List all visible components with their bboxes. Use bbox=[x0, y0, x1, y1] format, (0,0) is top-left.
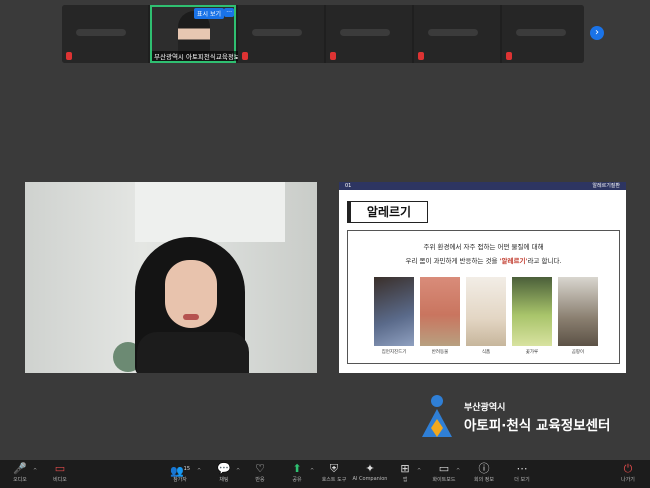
caption-pets: 반려동물 bbox=[431, 350, 449, 355]
participant-name-blurred bbox=[516, 29, 566, 36]
video-button[interactable]: ▭ 비디오 bbox=[48, 462, 72, 488]
participant-tile-active[interactable]: 표시 보기 ··· 부산광역시 아토피천식교육정보... bbox=[150, 5, 248, 63]
leave-button[interactable]: ⏻ 나가기 bbox=[616, 462, 640, 488]
participant-tile[interactable] bbox=[414, 5, 500, 63]
chat-icon: 💬 bbox=[217, 462, 231, 475]
heart-icon: ♡ bbox=[255, 462, 265, 475]
chat-options-caret[interactable]: ^ bbox=[236, 468, 240, 474]
dust-mite-image bbox=[374, 277, 414, 346]
participant-tile[interactable] bbox=[62, 5, 148, 63]
participant-tile[interactable] bbox=[502, 5, 584, 63]
whiteboard-options-caret[interactable]: ^ bbox=[456, 468, 460, 474]
chevron-right-icon[interactable]: › bbox=[590, 26, 604, 40]
participants-icon: 👥15 bbox=[169, 464, 191, 478]
participant-name-blurred bbox=[428, 29, 478, 36]
video-off-icon: ▭ bbox=[54, 462, 66, 475]
slide-page-number: 01 bbox=[345, 183, 352, 189]
participant-name-blurred bbox=[340, 29, 390, 36]
shield-icon: ⛨ bbox=[329, 462, 339, 475]
apps-button[interactable]: ⊞ 앱 bbox=[395, 462, 415, 488]
slide-line-1: 주위 환경에서 자주 접하는 어떤 물질에 대해 bbox=[423, 243, 544, 251]
caption-food: 식품 bbox=[481, 350, 491, 355]
pollen-image bbox=[512, 277, 552, 346]
host-tools-button[interactable]: ⛨ 호스트 도구 bbox=[318, 462, 350, 488]
mic-muted-icon bbox=[506, 52, 512, 60]
caption-dust-mite: 집먼지진드기 bbox=[381, 350, 407, 355]
participant-name-blurred bbox=[76, 29, 126, 36]
participant-tile[interactable] bbox=[326, 5, 412, 63]
apps-icon: ⊞ bbox=[400, 462, 410, 475]
audio-button[interactable]: 🎤 오디오 bbox=[8, 462, 32, 488]
food-image bbox=[466, 277, 506, 346]
whiteboard-button[interactable]: ▭ 화이트보드 bbox=[428, 462, 460, 488]
center-logo-icon bbox=[422, 395, 452, 437]
react-button[interactable]: ♡ 반응 bbox=[248, 462, 272, 488]
ai-companion-button[interactable]: ✦ AI Companion bbox=[352, 462, 388, 488]
participant-name-blurred bbox=[252, 29, 302, 36]
participants-button[interactable]: 👥15 참가자 bbox=[168, 462, 192, 488]
apps-options-caret[interactable]: ^ bbox=[417, 468, 421, 474]
more-dots-icon: ⋯ bbox=[516, 462, 528, 475]
more-button[interactable]: ⋯ 더 보기 bbox=[510, 462, 534, 488]
slide-section: 알레르기질환 bbox=[592, 183, 620, 189]
sparkle-icon: ✦ bbox=[365, 462, 375, 475]
meeting-toolbar: 🎤 오디오 ^ ▭ 비디오 👥15 참가자 ^ 💬 채팅 ^ ♡ 반응 ⬆ 공유… bbox=[0, 460, 650, 488]
speaker-video bbox=[25, 182, 317, 373]
share-button[interactable]: ⬆ 공유 bbox=[285, 462, 309, 488]
share-screen-icon: ⬆ bbox=[292, 462, 302, 475]
info-icon: ⓘ bbox=[478, 462, 490, 475]
slide-header-bar: 01 알레르기질환 bbox=[339, 182, 626, 190]
mic-muted-icon bbox=[242, 52, 248, 60]
view-badge[interactable]: 표시 보기 bbox=[194, 8, 224, 19]
share-options-caret[interactable]: ^ bbox=[310, 468, 314, 474]
participant-tile[interactable] bbox=[238, 5, 324, 63]
mic-muted-icon bbox=[66, 52, 72, 60]
meeting-info-button[interactable]: ⓘ 회의 정보 bbox=[470, 462, 498, 488]
participant-strip: 표시 보기 ··· 부산광역시 아토피천식교육정보... bbox=[62, 5, 584, 63]
logo-title: 아토피·천식 교육정보센터 bbox=[464, 418, 611, 434]
slide-content-box: 주위 환경에서 자주 접하는 어떤 물질에 대해 우리 몸이 과민하게 반응하는… bbox=[347, 230, 620, 364]
caption-pollen: 꽃가루 bbox=[525, 350, 539, 355]
participant-name: 부산광역시 아토피천식교육정보... bbox=[152, 51, 248, 61]
pets-image bbox=[420, 277, 460, 346]
caption-mold: 곰팡이 bbox=[571, 350, 585, 355]
slide-line-2: 우리 몸이 과민하게 반응하는 것을 '알레르기'라고 합니다. bbox=[405, 257, 562, 265]
logo-subtitle: 부산광역시 bbox=[464, 403, 506, 413]
mic-muted-icon bbox=[330, 52, 336, 60]
shared-slide: 01 알레르기질환 알레르기 주위 환경에서 자주 접하는 어떤 물질에 대해 … bbox=[339, 182, 626, 373]
mic-muted-icon bbox=[418, 52, 424, 60]
leave-icon: ⏻ bbox=[623, 462, 633, 475]
center-logo: 부산광역시 아토피·천식 교육정보센터 bbox=[418, 393, 628, 443]
slide-title: 알레르기 bbox=[347, 201, 428, 223]
audio-options-caret[interactable]: ^ bbox=[33, 468, 37, 474]
tile-more-button[interactable]: ··· bbox=[224, 8, 234, 17]
chat-button[interactable]: 💬 채팅 bbox=[212, 462, 236, 488]
mold-image bbox=[558, 277, 598, 346]
mic-off-icon: 🎤 bbox=[13, 462, 27, 475]
participants-options-caret[interactable]: ^ bbox=[197, 468, 201, 474]
